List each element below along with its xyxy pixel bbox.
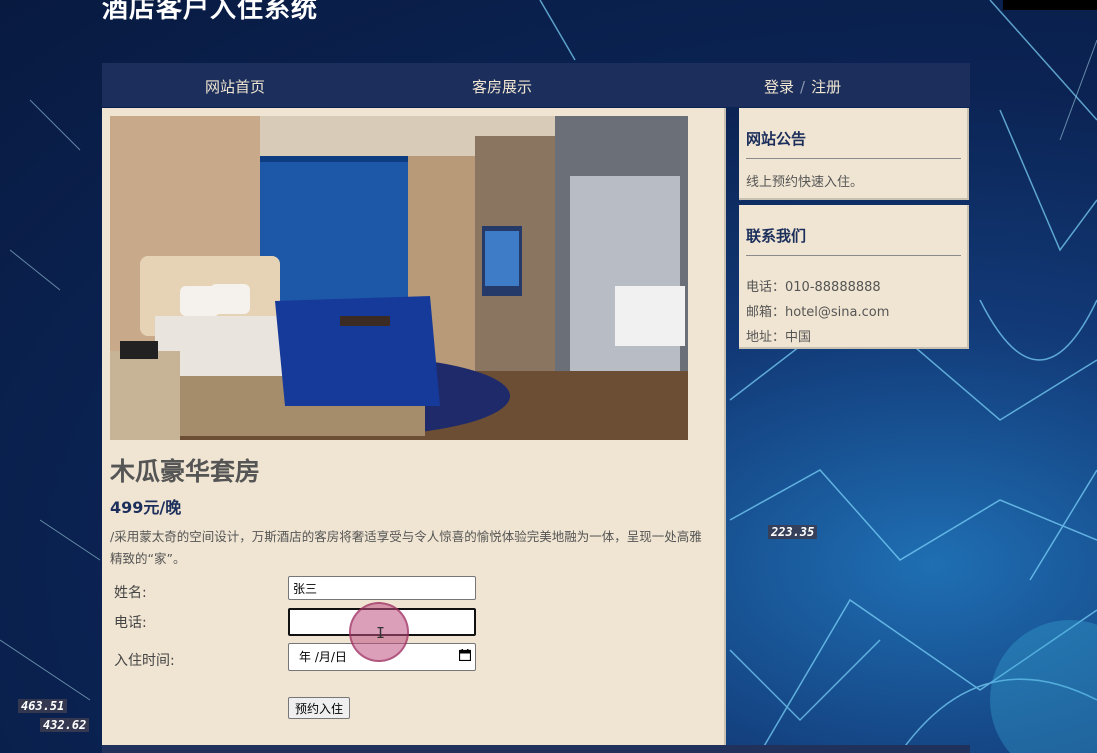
- room-price: 499元/晚: [110, 498, 182, 517]
- nav-auth: 登录 / 注册: [764, 76, 841, 97]
- room-description: /采用蒙太奇的空间设计，万斯酒店的客房将奢适享受与令人惊喜的愉悦体验完美地融为一…: [110, 529, 702, 566]
- corner-block: [1003, 0, 1097, 10]
- overlay-number: 463.51: [18, 699, 68, 713]
- notice-divider: [746, 158, 961, 159]
- text-cursor-icon: I: [376, 624, 386, 642]
- room-photo: [110, 116, 688, 440]
- name-input[interactable]: [288, 576, 476, 600]
- contact-email: 邮箱：hotel@sina.com: [746, 305, 890, 320]
- overlay-number: 223.35: [768, 525, 818, 539]
- bottom-strip: [102, 745, 970, 753]
- phone-label: 电话:: [114, 615, 147, 631]
- nav-register-link[interactable]: 注册: [811, 78, 841, 96]
- nav-separator: /: [800, 78, 806, 96]
- top-navbar: 网站首页 客房展示 登录 / 注册: [102, 63, 970, 107]
- contact-address: 地址：中国: [746, 330, 812, 345]
- contact-title: 联系我们: [746, 227, 807, 245]
- overlay-number: 432.62: [40, 718, 90, 732]
- calendar-icon[interactable]: [459, 649, 471, 661]
- room-name: 木瓜豪华套房: [110, 457, 261, 486]
- nav-home-link[interactable]: 网站首页: [205, 76, 265, 97]
- nav-rooms-link[interactable]: 客房展示: [472, 76, 532, 97]
- contact-panel: 联系我们 电话：010-88888888 邮箱：hotel@sina.com 地…: [739, 205, 969, 349]
- book-submit-button[interactable]: 预约入住: [288, 697, 351, 719]
- name-label: 姓名:: [114, 585, 147, 601]
- checkin-label: 入住时间:: [114, 653, 175, 669]
- checkin-date-placeholder: 年 /月/日: [299, 650, 347, 664]
- notice-title: 网站公告: [746, 130, 807, 148]
- room-detail-card: 木瓜豪华套房 499元/晚 /采用蒙太奇的空间设计，万斯酒店的客房将奢适享受与令…: [102, 108, 726, 753]
- contact-divider: [746, 255, 961, 256]
- site-title: 酒店客户入住系统: [102, 0, 319, 24]
- contact-phone: 电话：010-88888888: [746, 280, 881, 295]
- notice-text: 线上预约快速入住。: [746, 175, 864, 190]
- notice-panel: 网站公告 线上预约快速入住。: [739, 108, 969, 200]
- nav-login-link[interactable]: 登录: [764, 78, 794, 96]
